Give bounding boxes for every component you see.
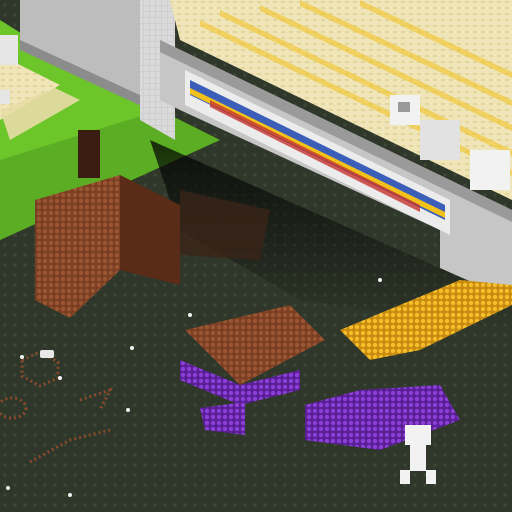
game-viewport[interactable] (0, 0, 512, 512)
voxel-scene (0, 0, 512, 512)
white-block (40, 350, 54, 358)
